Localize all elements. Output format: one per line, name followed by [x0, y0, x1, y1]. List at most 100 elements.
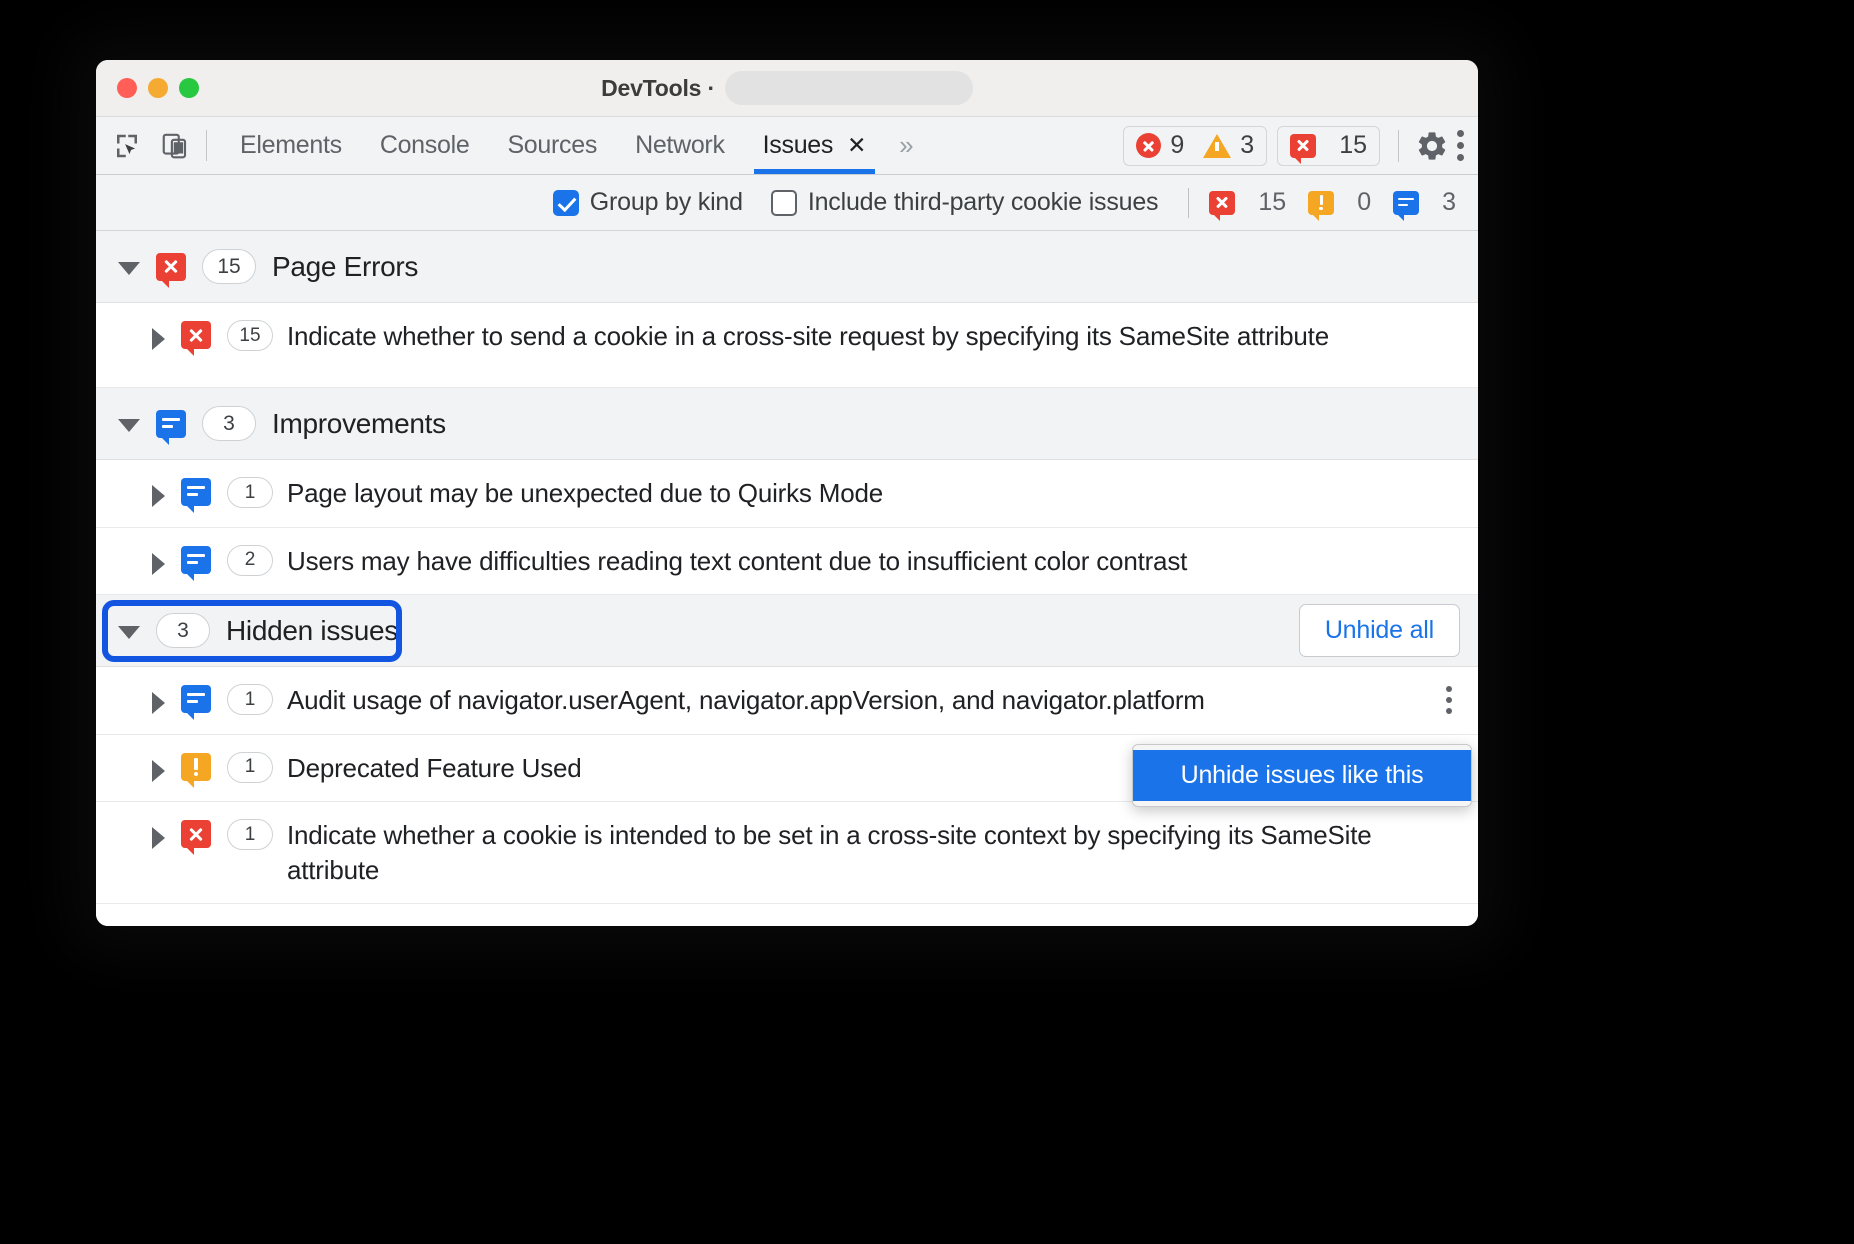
- group-header-improvements[interactable]: 3 Improvements: [96, 388, 1478, 460]
- chevron-right-icon[interactable]: [152, 692, 165, 714]
- hidden-count-badge: 3: [156, 613, 210, 648]
- issue-title: Page layout may be unexpected due to Qui…: [287, 476, 903, 511]
- group-count-badge: 15: [202, 249, 256, 284]
- issue-title: Indicate whether to send a cookie in a c…: [287, 319, 1349, 354]
- inspect-element-icon[interactable]: [110, 129, 144, 163]
- tab-elements[interactable]: Elements: [221, 117, 361, 174]
- issue-count-badge: 15: [227, 320, 273, 351]
- page-errors-counter: 15: [1209, 188, 1286, 217]
- chevron-down-icon[interactable]: [118, 626, 140, 639]
- tabbar-right-divider: [1398, 130, 1399, 162]
- chevron-right-icon[interactable]: [152, 827, 165, 849]
- breaking-changes-counter: 0: [1308, 188, 1371, 217]
- page-errors-count: 15: [1258, 188, 1286, 217]
- checkbox-checked-icon[interactable]: [553, 190, 579, 216]
- issue-count-badge: 1: [227, 684, 273, 715]
- more-tabs-icon[interactable]: »: [885, 117, 927, 174]
- issue-count-badge: 1: [227, 752, 273, 783]
- issue-context-menu: Unhide issues like this: [1132, 744, 1472, 807]
- red-error-bubble-icon: [1290, 134, 1316, 158]
- devtools-tabbar: Elements Console Sources Network Issues …: [96, 117, 1478, 175]
- red-error-bubble-icon: [181, 820, 211, 848]
- chevron-down-icon[interactable]: [118, 419, 140, 432]
- more-options-icon[interactable]: [1457, 130, 1464, 161]
- tab-sources[interactable]: Sources: [488, 117, 616, 174]
- unhide-all-button[interactable]: Unhide all: [1299, 604, 1460, 657]
- device-toolbar-icon[interactable]: [158, 129, 192, 163]
- tab-label: Issues: [763, 131, 833, 160]
- blue-info-bubble-icon: [156, 410, 186, 438]
- tab-label: Network: [635, 131, 725, 160]
- tab-network[interactable]: Network: [616, 117, 744, 174]
- redacted-title-bar: [725, 71, 973, 105]
- blue-info-bubble-icon: [181, 478, 211, 506]
- tab-label: Sources: [507, 131, 597, 160]
- issue-count-badge: 2: [227, 545, 273, 576]
- issue-title: Audit usage of navigator.userAgent, navi…: [287, 683, 1225, 718]
- issue-row[interactable]: 2 Users may have difficulties reading te…: [96, 528, 1478, 596]
- window-title: DevTools ·: [601, 75, 715, 102]
- checkbox-unchecked-icon[interactable]: [771, 190, 797, 216]
- issue-title: Users may have difficulties reading text…: [287, 544, 1207, 579]
- third-party-label: Include third-party cookie issues: [808, 188, 1159, 217]
- context-menu-item-unhide-issues-like-this[interactable]: Unhide issues like this: [1133, 750, 1471, 801]
- issue-count-badge: 1: [227, 477, 273, 508]
- red-error-bubble-icon: [156, 253, 186, 281]
- minimize-window-button[interactable]: [148, 78, 168, 98]
- group-by-kind-checkbox[interactable]: Group by kind: [553, 188, 743, 217]
- filterbar-divider: [1188, 188, 1189, 218]
- breaking-changes-count: 0: [1357, 188, 1371, 217]
- red-error-bubble-icon: [181, 321, 211, 349]
- chevron-right-icon[interactable]: [152, 328, 165, 350]
- issue-title: Deprecated Feature Used: [287, 751, 602, 786]
- console-counters-pill[interactable]: 9 3: [1123, 126, 1267, 166]
- red-error-bubble-icon: [1209, 191, 1235, 215]
- warning-count: 3: [1240, 131, 1254, 160]
- issues-counter-pill[interactable]: 15: [1277, 126, 1380, 166]
- blue-info-bubble-icon: [181, 546, 211, 574]
- warning-triangle-icon: [1203, 134, 1231, 158]
- issue-row[interactable]: 1 Indicate whether a cookie is intended …: [96, 802, 1478, 904]
- issue-more-options-icon[interactable]: [1446, 686, 1452, 714]
- issues-count: 15: [1339, 131, 1367, 160]
- group-title: Page Errors: [272, 251, 418, 283]
- close-window-button[interactable]: [117, 78, 137, 98]
- group-title: Hidden issues: [226, 615, 398, 647]
- traffic-light-buttons[interactable]: [117, 78, 199, 98]
- window-title-area: DevTools ·: [96, 60, 1478, 116]
- issue-row[interactable]: 1 Page layout may be unexpected due to Q…: [96, 460, 1478, 528]
- error-circle-icon: [1136, 133, 1161, 158]
- group-header-hidden-issues[interactable]: 3 Hidden issues Unhide all: [96, 595, 1478, 667]
- amber-warning-bubble-icon: [1308, 191, 1334, 215]
- group-header-page-errors[interactable]: 15 Page Errors: [96, 231, 1478, 303]
- group-by-kind-label: Group by kind: [590, 188, 743, 217]
- tab-label: Elements: [240, 131, 342, 160]
- issues-tree: 15 Page Errors 15 Indicate whether to se…: [96, 231, 1478, 926]
- tab-issues[interactable]: Issues ✕: [744, 117, 885, 174]
- blue-info-bubble-icon: [181, 685, 211, 713]
- close-icon[interactable]: ✕: [847, 132, 866, 159]
- blue-info-bubble-icon: [1393, 191, 1419, 215]
- issue-title: Indicate whether a cookie is intended to…: [287, 818, 1456, 887]
- gear-icon[interactable]: [1415, 129, 1449, 163]
- tabbar-left-icons: [96, 117, 192, 174]
- window-titlebar: DevTools ·: [96, 60, 1478, 117]
- amber-warning-bubble-icon: [181, 753, 211, 781]
- tab-label: Console: [380, 131, 470, 160]
- tabbar-divider: [206, 130, 207, 161]
- error-count: 9: [1170, 131, 1184, 160]
- group-count-badge: 3: [202, 406, 256, 441]
- chevron-down-icon[interactable]: [118, 262, 140, 275]
- chevron-right-icon[interactable]: [152, 485, 165, 507]
- tab-console[interactable]: Console: [361, 117, 489, 174]
- screenshot-stage: DevTools ·: [0, 0, 1854, 1244]
- issue-row[interactable]: 15 Indicate whether to send a cookie in …: [96, 303, 1478, 388]
- issues-filter-toolbar: Group by kind Include third-party cookie…: [96, 175, 1478, 231]
- improvements-counter: 3: [1393, 188, 1456, 217]
- chevron-right-icon[interactable]: [152, 553, 165, 575]
- issue-row[interactable]: 1 Audit usage of navigator.userAgent, na…: [96, 667, 1478, 735]
- third-party-cookie-checkbox[interactable]: Include third-party cookie issues: [771, 188, 1159, 217]
- issue-count-badge: 1: [227, 819, 273, 850]
- maximize-window-button[interactable]: [179, 78, 199, 98]
- chevron-right-icon[interactable]: [152, 760, 165, 782]
